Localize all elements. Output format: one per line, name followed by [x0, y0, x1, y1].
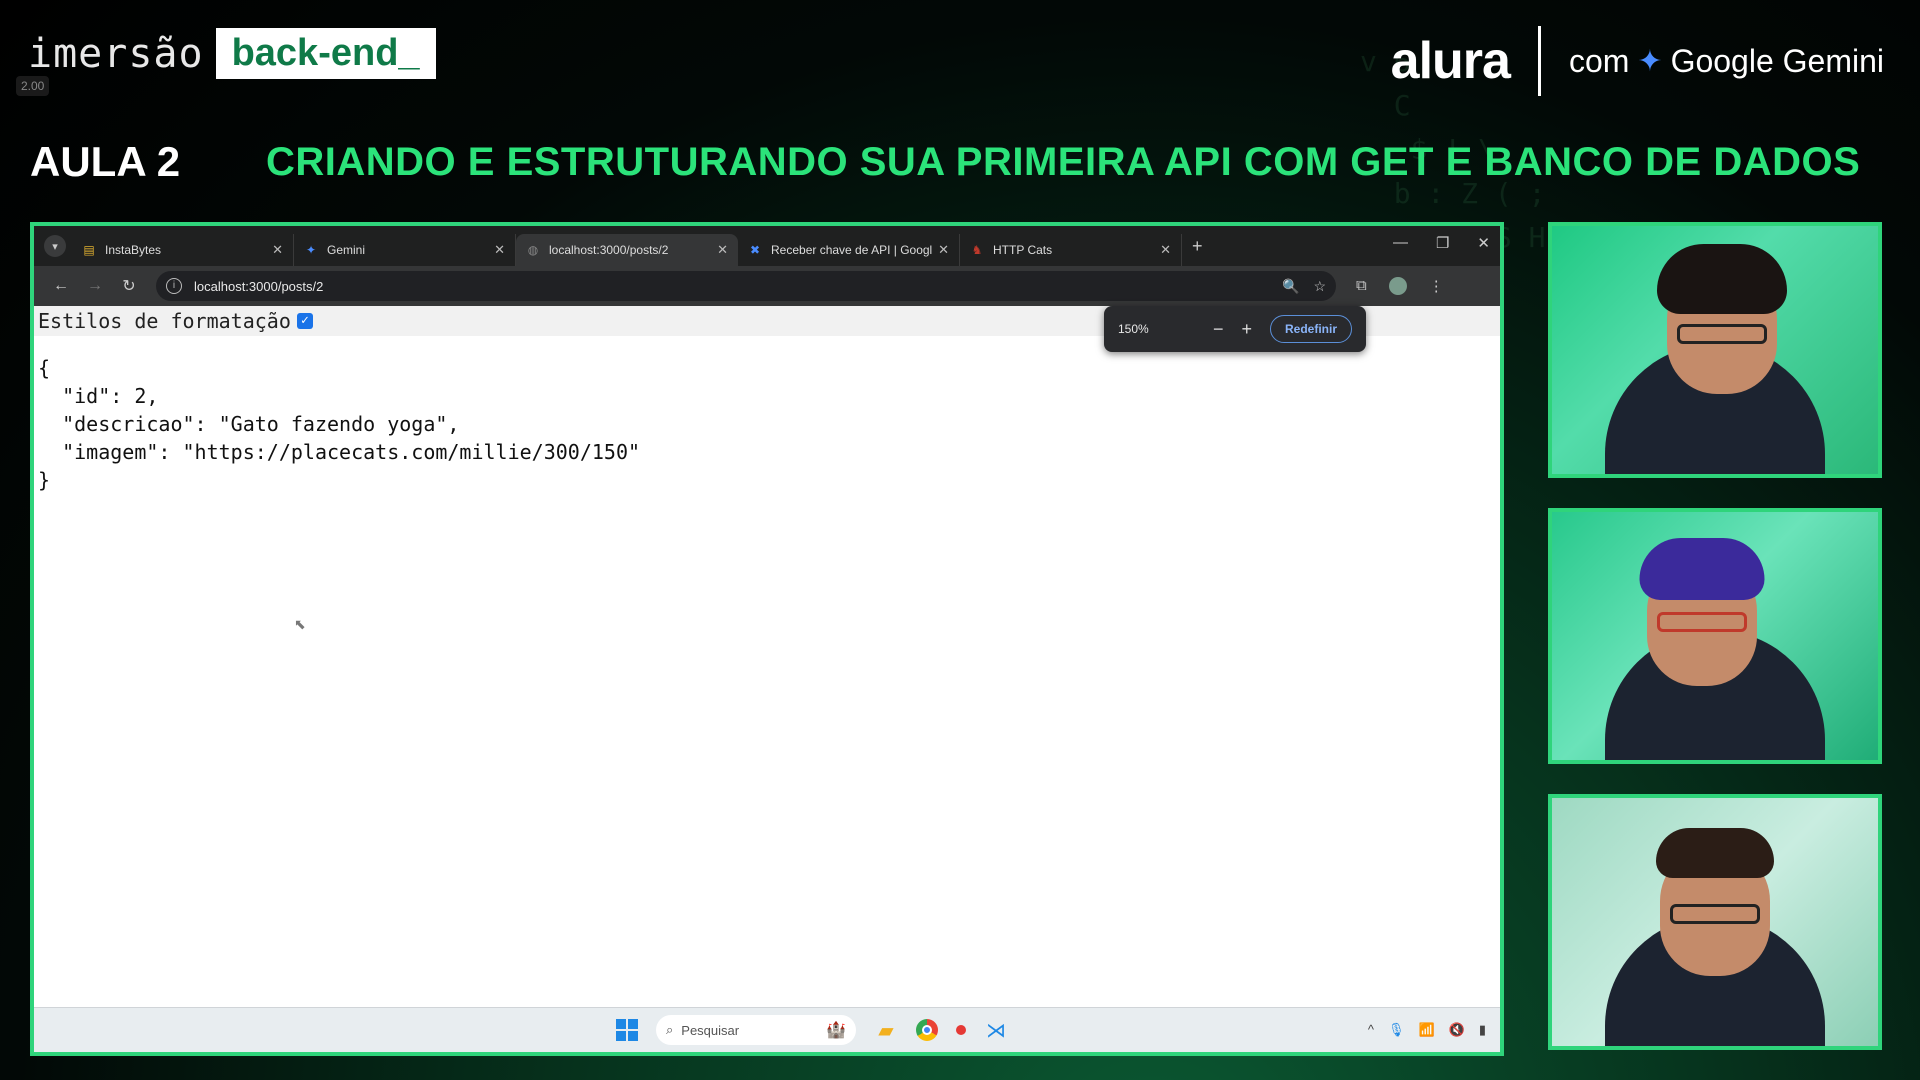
profile-avatar[interactable] [1388, 277, 1407, 295]
gemini-icon: ✦ [305, 243, 317, 257]
chrome-icon[interactable] [916, 1019, 938, 1041]
presenter-hair [1656, 244, 1787, 314]
partner-logos: alura com ✦ Google Gemini [1391, 26, 1884, 96]
close-tab-icon[interactable]: ✕ [938, 242, 949, 258]
search-icon: ⌕ [666, 1022, 674, 1037]
tab-label: localhost:3000/posts/2 [549, 243, 669, 257]
partner-with-text: com [1568, 42, 1630, 79]
zoom-popup: 150% − + Redefinir [1104, 306, 1366, 352]
window-controls: — ❐ ✕ [1393, 234, 1490, 252]
json-line: "id": 2, [38, 384, 159, 408]
playback-speed-badge: 2.00 [16, 76, 50, 96]
webcam-panel-3 [1548, 794, 1882, 1050]
brand-bold-text: back-end_ [215, 28, 436, 79]
wifi-icon[interactable]: 📶 [1418, 1022, 1434, 1038]
tab-label: Receber chave de API | Google [771, 243, 933, 257]
close-window-icon[interactable]: ✕ [1477, 234, 1490, 252]
system-tray: ^ 🎙 📶 🔇 ▮ [1368, 1022, 1486, 1038]
imersao-brand: imersão back-end_ [28, 28, 436, 79]
httpcats-icon: ♞ [971, 243, 983, 257]
presenter-hair [1656, 828, 1774, 878]
json-line: "imagem": "https://placecats.com/millie/… [38, 440, 641, 464]
close-tab-icon[interactable]: ✕ [494, 242, 505, 258]
formatting-checkbox[interactable]: ✓ [296, 313, 313, 329]
google-gemini-text: Google Gemini [1670, 42, 1884, 79]
taskbar-search-placeholder: Pesquisar [681, 1022, 740, 1038]
zoom-in-icon[interactable]: + [1241, 319, 1252, 340]
minimize-icon[interactable]: — [1393, 234, 1408, 252]
json-output: { "id": 2, "descricao": "Gato fazendo yo… [34, 336, 1500, 512]
browser-window: ▾ ▤ InstaBytes ✕ ✦ Gemini ✕ ◍ localhost:… [30, 222, 1504, 1056]
alura-logo: alura [1390, 32, 1511, 90]
close-tab-icon[interactable]: ✕ [272, 242, 283, 258]
zoom-level: 150% [1118, 322, 1149, 336]
tab-strip: ▾ ▤ InstaBytes ✕ ✦ Gemini ✕ ◍ localhost:… [34, 226, 1500, 266]
gemini-spark-icon: ✦ [1637, 44, 1663, 78]
address-bar[interactable]: i localhost:3000/posts/2 🔍 ☆ [156, 271, 1336, 301]
back-icon[interactable]: ← [44, 277, 78, 295]
bookmark-star-icon[interactable]: ☆ [1313, 278, 1326, 295]
presenter-glasses [1656, 612, 1747, 632]
webcam-panel-2 [1548, 508, 1882, 764]
formatting-label: Estilos de formatação [38, 309, 291, 333]
new-tab-icon[interactable]: + [1192, 236, 1203, 257]
json-line: "descricao": "Gato fazendo yoga", [38, 412, 460, 436]
zoom-icon[interactable]: 🔍 [1282, 278, 1299, 295]
brand-light-text: imersão [28, 30, 204, 77]
windows-taskbar: ⌕ Pesquisar 🏰 ▰ ⋊ ^ 🎙 📶 🔇 ▮ [34, 1007, 1500, 1052]
tab-search-icon[interactable]: ▾ [44, 235, 66, 257]
tab-label: InstaBytes [105, 243, 162, 257]
taskbar-search[interactable]: ⌕ Pesquisar 🏰 [656, 1015, 856, 1045]
close-tab-icon[interactable]: ✕ [717, 242, 728, 258]
forward-icon[interactable]: → [78, 277, 112, 295]
vscode-icon[interactable]: ⋊ [984, 1018, 1008, 1042]
file-explorer-icon[interactable]: ▰ [874, 1018, 898, 1042]
tab-http-cats[interactable]: ♞ HTTP Cats ✕ [960, 234, 1182, 266]
instabytes-icon: ▤ [83, 243, 95, 257]
lesson-title: CRIANDO E ESTRUTURANDO SUA PRIMEIRA API … [266, 140, 1861, 184]
presenter-glasses [1670, 904, 1760, 924]
tab-label: Gemini [327, 243, 366, 257]
reload-icon[interactable]: ↻ [112, 276, 146, 296]
site-info-icon[interactable]: i [166, 278, 182, 294]
tab-instabytes[interactable]: ▤ InstaBytes ✕ [72, 234, 294, 266]
volume-muted-icon[interactable]: 🔇 [1449, 1022, 1465, 1038]
recording-icon[interactable] [956, 1025, 966, 1035]
presenter-glasses [1676, 324, 1767, 344]
windows-start-icon[interactable] [616, 1019, 638, 1041]
presenter-hair [1639, 538, 1765, 600]
restore-icon[interactable]: ❐ [1436, 234, 1449, 252]
battery-icon[interactable]: ▮ [1479, 1022, 1486, 1038]
mouse-cursor-icon: ⬉ [294, 616, 306, 632]
menu-kebab-icon[interactable]: ⋮ [1429, 277, 1444, 295]
extensions-icon[interactable]: ⧉ [1356, 277, 1367, 295]
tab-google-api-key[interactable]: ✖ Receber chave de API | Google ✕ [738, 234, 960, 266]
search-highlight-icon: 🏰 [826, 1022, 846, 1039]
close-tab-icon[interactable]: ✕ [1160, 242, 1171, 258]
partner-text: com ✦ Google Gemini [1569, 43, 1884, 80]
tab-label: HTTP Cats [993, 243, 1053, 257]
webcam-panel-1 [1548, 222, 1882, 478]
zoom-out-icon[interactable]: − [1213, 319, 1224, 340]
json-line: } [38, 468, 51, 492]
tray-expand-icon[interactable]: ^ [1368, 1022, 1374, 1038]
tab-localhost[interactable]: ◍ localhost:3000/posts/2 ✕ [516, 234, 738, 266]
url-text: localhost:3000/posts/2 [194, 278, 324, 294]
lesson-number: AULA 2 [30, 138, 181, 185]
browser-toolbar: ← → ↻ i localhost:3000/posts/2 🔍 ☆ ⧉ ⋮ [34, 266, 1500, 306]
json-line: { [38, 356, 51, 380]
microphone-icon[interactable]: 🎙 [1388, 1022, 1405, 1038]
google-ai-icon: ✖ [749, 243, 761, 257]
globe-icon: ◍ [527, 243, 539, 257]
tab-gemini[interactable]: ✦ Gemini ✕ [294, 234, 516, 266]
zoom-reset-button[interactable]: Redefinir [1269, 315, 1352, 343]
page-content: Estilos de formatação ✓ { "id": 2, "desc… [34, 306, 1500, 1052]
logo-divider [1537, 26, 1541, 96]
